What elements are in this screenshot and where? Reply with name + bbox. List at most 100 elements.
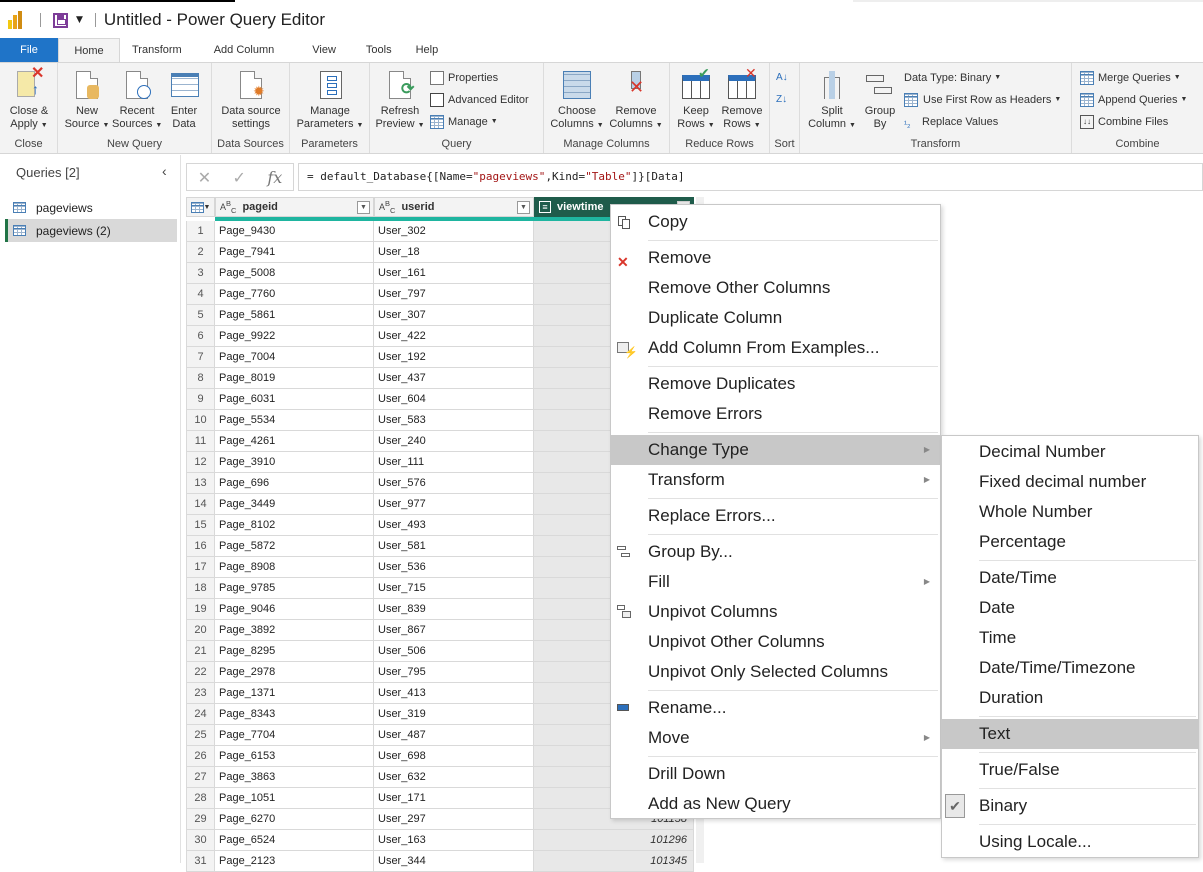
pageid-cell[interactable]: Page_8908 [215, 557, 374, 578]
pageid-cell[interactable]: Page_9922 [215, 326, 374, 347]
tab-transform[interactable]: Transform [120, 38, 194, 62]
fx-icon[interactable]: fx [267, 168, 282, 187]
pageid-cell[interactable]: Page_8343 [215, 704, 374, 725]
menu-item-add-as-new-query[interactable]: Add as New Query [611, 789, 940, 819]
combine-files-button[interactable]: ↓↓ Combine Files [1080, 113, 1168, 131]
userid-cell[interactable]: User_171 [374, 788, 534, 809]
merge-queries-button[interactable]: Merge Queries ▼ [1080, 69, 1181, 87]
remove-columns-button[interactable]: ✕ Remove Columns ▼ [606, 69, 666, 132]
userid-cell[interactable]: User_240 [374, 431, 534, 452]
userid-cell[interactable]: User_839 [374, 599, 534, 620]
menu-item-remove-other-columns[interactable]: Remove Other Columns [611, 273, 940, 303]
tab-file[interactable]: File [0, 38, 58, 62]
userid-cell[interactable]: User_867 [374, 620, 534, 641]
properties-button[interactable]: Properties [430, 69, 498, 87]
userid-cell[interactable]: User_297 [374, 809, 534, 830]
column-header-userid[interactable]: ABC userid ▼ [374, 197, 534, 217]
userid-cell[interactable]: User_581 [374, 536, 534, 557]
sort-ascending-button[interactable]: A↓ [776, 69, 788, 87]
userid-cell[interactable]: User_493 [374, 515, 534, 536]
menu-item-replace-errors[interactable]: Replace Errors... [611, 501, 940, 531]
userid-cell[interactable]: User_536 [374, 557, 534, 578]
pageid-cell[interactable]: Page_3449 [215, 494, 374, 515]
pageid-cell[interactable]: Page_9785 [215, 578, 374, 599]
type-option-date-time[interactable]: Date/Time [942, 563, 1198, 593]
type-option-using-locale[interactable]: Using Locale... [942, 827, 1198, 857]
menu-item-change-type[interactable]: Change Type ▶ [611, 435, 940, 465]
userid-cell[interactable]: User_698 [374, 746, 534, 767]
menu-item-drill-down[interactable]: Drill Down [611, 759, 940, 789]
group-by-button[interactable]: Group By [860, 69, 900, 131]
formula-input[interactable]: = default_Database{[Name="pageviews",Kin… [298, 163, 1203, 191]
filter-dropdown-icon[interactable]: ▼ [517, 201, 530, 214]
pageid-cell[interactable]: Page_3863 [215, 767, 374, 788]
userid-cell[interactable]: User_302 [374, 221, 534, 242]
userid-cell[interactable]: User_437 [374, 368, 534, 389]
tab-help[interactable]: Help [404, 38, 451, 62]
pageid-cell[interactable]: Page_6031 [215, 389, 374, 410]
save-icon[interactable] [53, 12, 68, 28]
menu-item-rename[interactable]: Rename... [611, 693, 940, 723]
pageid-cell[interactable]: Page_7004 [215, 347, 374, 368]
keep-rows-button[interactable]: ✔ Keep Rows ▼ [674, 66, 718, 132]
pageid-cell[interactable]: Page_696 [215, 473, 374, 494]
type-option-time[interactable]: Time [942, 623, 1198, 653]
type-option-duration[interactable]: Duration [942, 683, 1198, 713]
userid-cell[interactable]: User_583 [374, 410, 534, 431]
pageid-cell[interactable]: Page_3910 [215, 452, 374, 473]
split-column-button[interactable]: Split Column ▼ [806, 69, 858, 132]
filter-dropdown-icon[interactable]: ▼ [357, 201, 370, 214]
collapse-pane-icon[interactable]: ‹ [162, 163, 167, 179]
manage-button[interactable]: Manage ▼ [430, 113, 498, 131]
type-option-decimal-number[interactable]: Decimal Number [942, 437, 1198, 467]
enter-data-button[interactable]: Enter Data [164, 69, 204, 131]
pageid-cell[interactable]: Page_7704 [215, 725, 374, 746]
userid-cell[interactable]: User_506 [374, 641, 534, 662]
pageid-cell[interactable]: Page_8019 [215, 368, 374, 389]
userid-cell[interactable]: User_576 [374, 473, 534, 494]
query-item-pageviews-2[interactable]: pageviews (2) [5, 219, 177, 242]
append-queries-button[interactable]: Append Queries ▼ [1080, 91, 1187, 109]
type-option-date-time-timezone[interactable]: Date/Time/Timezone [942, 653, 1198, 683]
userid-cell[interactable]: User_604 [374, 389, 534, 410]
userid-cell[interactable]: User_192 [374, 347, 534, 368]
type-option-true-false[interactable]: True/False [942, 755, 1198, 785]
userid-cell[interactable]: User_413 [374, 683, 534, 704]
userid-cell[interactable]: User_715 [374, 578, 534, 599]
menu-item-unpivot-columns[interactable]: Unpivot Columns [611, 597, 940, 627]
pageid-cell[interactable]: Page_6270 [215, 809, 374, 830]
pageid-cell[interactable]: Page_5861 [215, 305, 374, 326]
pageid-cell[interactable]: Page_1371 [215, 683, 374, 704]
type-option-binary[interactable]: ✔ Binary [942, 791, 1198, 821]
userid-cell[interactable]: User_161 [374, 263, 534, 284]
menu-item-unpivot-only-selected-columns[interactable]: Unpivot Only Selected Columns [611, 657, 940, 687]
pageid-cell[interactable]: Page_2978 [215, 662, 374, 683]
userid-cell[interactable]: User_111 [374, 452, 534, 473]
menu-item-duplicate-column[interactable]: Duplicate Column [611, 303, 940, 333]
data-type-dropdown[interactable]: Data Type: Binary ▼ [904, 69, 1001, 87]
type-option-fixed-decimal-number[interactable]: Fixed decimal number [942, 467, 1198, 497]
menu-item-remove[interactable]: ✕ Remove [611, 243, 940, 273]
remove-rows-button[interactable]: ✕ Remove Rows ▼ [718, 66, 766, 132]
quick-access-dropdown-icon[interactable]: ▼ [76, 15, 83, 25]
pageid-cell[interactable]: Page_9046 [215, 599, 374, 620]
pageid-cell[interactable]: Page_5872 [215, 536, 374, 557]
userid-cell[interactable]: User_319 [374, 704, 534, 725]
recent-sources-button[interactable]: Recent Sources ▼ [112, 69, 162, 132]
tab-tools[interactable]: Tools [354, 38, 404, 62]
pageid-cell[interactable]: Page_8295 [215, 641, 374, 662]
pageid-cell[interactable]: Page_8102 [215, 515, 374, 536]
userid-cell[interactable]: User_487 [374, 725, 534, 746]
type-option-date[interactable]: Date [942, 593, 1198, 623]
menu-item-move[interactable]: Move ▶ [611, 723, 940, 753]
viewtime-cell[interactable]: 101296 [534, 830, 694, 851]
pageid-cell[interactable]: Page_7760 [215, 284, 374, 305]
pageid-cell[interactable]: Page_7941 [215, 242, 374, 263]
manage-parameters-button[interactable]: Manage Parameters ▼ [294, 69, 366, 132]
advanced-editor-button[interactable]: Advanced Editor [430, 91, 529, 109]
new-source-button[interactable]: New Source ▼ [64, 69, 110, 132]
userid-cell[interactable]: User_797 [374, 284, 534, 305]
pageid-cell[interactable]: Page_5534 [215, 410, 374, 431]
menu-item-copy[interactable]: Copy [611, 207, 940, 237]
userid-cell[interactable]: User_307 [374, 305, 534, 326]
